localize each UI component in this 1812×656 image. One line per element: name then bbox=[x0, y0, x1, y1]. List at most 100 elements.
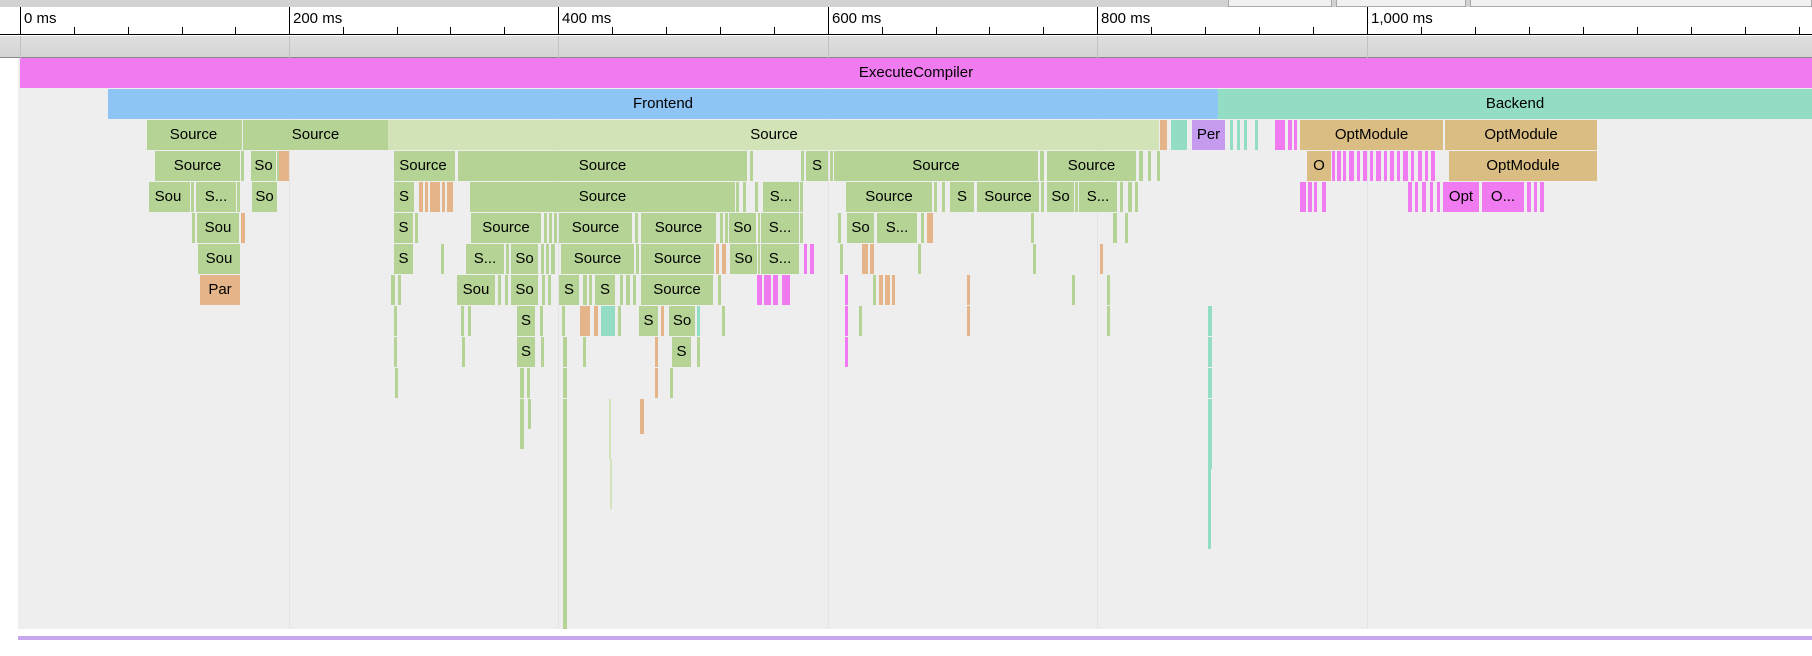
flame-sliver[interactable] bbox=[718, 275, 721, 305]
flame-sliver[interactable] bbox=[750, 151, 753, 181]
flame-frame[interactable]: Per bbox=[1192, 120, 1225, 150]
flame-sliver[interactable] bbox=[1072, 275, 1075, 305]
flame-sliver[interactable] bbox=[1403, 151, 1408, 181]
flame-sliver[interactable] bbox=[697, 306, 700, 336]
flame-sliver[interactable] bbox=[452, 151, 455, 181]
flame-sliver[interactable] bbox=[1031, 213, 1034, 243]
flame-frame[interactable]: S bbox=[595, 275, 615, 305]
flame-sliver[interactable] bbox=[697, 337, 700, 367]
flame-sliver[interactable] bbox=[548, 275, 551, 305]
flame-sliver[interactable] bbox=[1384, 151, 1387, 181]
flame-sliver[interactable] bbox=[398, 275, 401, 305]
flame-sliver[interactable] bbox=[918, 244, 921, 274]
flame-sliver[interactable] bbox=[1534, 182, 1537, 212]
flame-frame[interactable]: Source bbox=[243, 120, 388, 150]
flame-sliver[interactable] bbox=[1125, 213, 1128, 243]
flame-frame[interactable]: So bbox=[252, 182, 277, 212]
flame-sliver[interactable] bbox=[540, 306, 543, 336]
flame-sliver[interactable] bbox=[563, 337, 567, 367]
flame-sliver[interactable] bbox=[801, 151, 804, 181]
flame-sliver[interactable] bbox=[626, 275, 630, 305]
flame-sliver[interactable] bbox=[394, 337, 397, 367]
flame-sliver[interactable] bbox=[736, 182, 739, 212]
flame-sliver[interactable] bbox=[934, 182, 937, 212]
flame-sliver[interactable] bbox=[1139, 151, 1143, 181]
flame-sliver[interactable] bbox=[544, 213, 547, 243]
flame-sliver[interactable] bbox=[1128, 182, 1132, 212]
flame-frame[interactable] bbox=[1244, 120, 1247, 150]
flame-frame[interactable]: OptModule bbox=[1300, 120, 1443, 150]
flame-frame[interactable]: So bbox=[729, 213, 756, 243]
flame-frame[interactable]: S bbox=[559, 275, 579, 305]
flame-sliver[interactable] bbox=[633, 275, 636, 305]
flame-sliver[interactable] bbox=[1425, 151, 1428, 181]
flame-frame[interactable] bbox=[1171, 120, 1187, 150]
flame-frame[interactable]: Par bbox=[200, 275, 240, 305]
flame-sliver[interactable] bbox=[520, 368, 524, 398]
flame-frame[interactable]: Source bbox=[155, 151, 240, 181]
flame-sliver[interactable] bbox=[1120, 182, 1123, 212]
flame-sliver[interactable] bbox=[1107, 275, 1110, 305]
flame-sliver[interactable] bbox=[1363, 151, 1367, 181]
flame-sliver[interactable] bbox=[1040, 151, 1044, 181]
overview-band[interactable] bbox=[0, 36, 1812, 58]
flame-sliver[interactable] bbox=[442, 182, 445, 212]
flame-sliver[interactable] bbox=[546, 244, 549, 274]
flame-sliver[interactable] bbox=[1343, 151, 1346, 181]
flame-frame[interactable] bbox=[279, 151, 289, 181]
flame-sliver[interactable] bbox=[610, 459, 612, 509]
flame-frame[interactable] bbox=[1160, 120, 1164, 150]
flame-sliver[interactable] bbox=[722, 306, 725, 336]
flame-sliver[interactable] bbox=[1157, 151, 1160, 181]
flame-sliver[interactable] bbox=[447, 182, 453, 212]
flame-frame[interactable]: Source bbox=[389, 120, 1159, 150]
flame-sliver[interactable] bbox=[554, 213, 557, 243]
flame-frame[interactable]: Frontend bbox=[108, 89, 1218, 119]
flame-sliver[interactable] bbox=[1033, 244, 1036, 274]
flame-sliver[interactable] bbox=[758, 213, 760, 243]
flame-frame[interactable]: Source bbox=[458, 151, 747, 181]
flame-sliver[interactable] bbox=[862, 244, 868, 274]
flame-sliver[interactable] bbox=[757, 275, 762, 305]
flame-sliver[interactable] bbox=[241, 213, 245, 243]
flame-sliver[interactable] bbox=[1100, 244, 1103, 274]
flame-frame[interactable]: Source bbox=[471, 213, 541, 243]
flame-frame[interactable]: So bbox=[1047, 182, 1074, 212]
flame-sliver[interactable] bbox=[661, 306, 664, 336]
flame-sliver[interactable] bbox=[1113, 213, 1117, 243]
flame-frame[interactable]: S... bbox=[466, 244, 504, 274]
flame-sliver[interactable] bbox=[240, 120, 242, 150]
flame-sliver[interactable] bbox=[1208, 399, 1212, 469]
flame-sliver[interactable] bbox=[640, 399, 644, 434]
flame-sliver[interactable] bbox=[1148, 151, 1151, 181]
flame-sliver[interactable] bbox=[921, 213, 924, 243]
flame-frame[interactable]: Sou bbox=[198, 244, 240, 274]
flame-frame[interactable] bbox=[1294, 120, 1297, 150]
flame-frame[interactable]: S... bbox=[761, 244, 799, 274]
flame-sliver[interactable] bbox=[1527, 182, 1531, 212]
flame-sliver[interactable] bbox=[845, 306, 848, 336]
flame-sliver[interactable] bbox=[830, 151, 833, 181]
toolbar-segment-1[interactable] bbox=[1228, 0, 1332, 7]
flame-sliver[interactable] bbox=[415, 213, 418, 243]
flame-sliver[interactable] bbox=[1208, 469, 1211, 549]
flame-sliver[interactable] bbox=[722, 244, 726, 274]
flame-sliver[interactable] bbox=[892, 275, 895, 305]
flame-sliver[interactable] bbox=[1135, 182, 1138, 212]
flame-frame[interactable]: So bbox=[730, 244, 757, 274]
flame-frame[interactable]: S... bbox=[763, 182, 799, 212]
flame-frame[interactable]: Source bbox=[834, 151, 1038, 181]
flame-sliver[interactable] bbox=[1431, 151, 1435, 181]
flame-sliver[interactable] bbox=[583, 337, 586, 367]
flame-frame[interactable]: S bbox=[394, 182, 414, 212]
flame-sliver[interactable] bbox=[1357, 151, 1360, 181]
flame-frame[interactable]: O bbox=[1307, 151, 1331, 181]
flame-sliver[interactable] bbox=[1390, 151, 1394, 181]
toolbar-segment-3[interactable] bbox=[1470, 0, 1812, 7]
flame-sliver[interactable] bbox=[468, 306, 471, 336]
flame-sliver[interactable] bbox=[635, 213, 638, 243]
flame-frame[interactable]: So bbox=[511, 275, 538, 305]
flame-sliver[interactable] bbox=[800, 182, 803, 212]
flame-sliver[interactable] bbox=[461, 306, 464, 336]
flame-sliver[interactable] bbox=[563, 509, 567, 629]
